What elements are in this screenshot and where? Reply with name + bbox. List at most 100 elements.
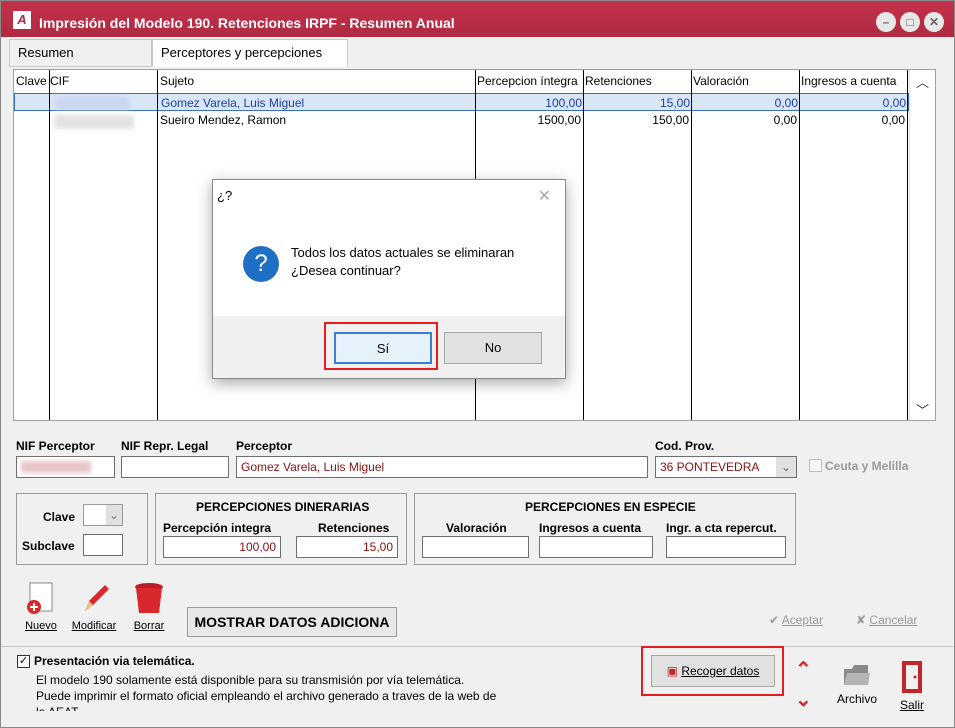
arrow-down-icon[interactable]: ⌄ <box>795 687 812 712</box>
recoger-datos-button[interactable]: ▣ Recoger datos <box>651 655 775 687</box>
retenciones-field[interactable]: 15,00 <box>296 536 398 558</box>
trash-icon <box>135 583 163 613</box>
scroll-down-icon[interactable]: ﹀ <box>916 400 929 419</box>
ingresos-label: Ingresos a cuenta <box>539 521 642 535</box>
ingr-repercut-field[interactable] <box>666 536 786 558</box>
info-line-1: El modelo 190 solamente está disponible … <box>36 673 465 687</box>
ingresos-field[interactable] <box>539 536 653 558</box>
especie-title: PERCEPCIONES EN ESPECIE <box>525 500 696 514</box>
salir-button[interactable]: Salir <box>894 659 930 712</box>
nuevo-label: Nuevo <box>25 620 57 632</box>
retenciones-label: Retenciones <box>318 521 390 535</box>
cod-prov-value: 36 PONTEVEDRA <box>660 460 760 474</box>
column-header-retenciones[interactable]: Retenciones <box>585 74 652 88</box>
close-icon[interactable]: ✕ <box>924 12 944 32</box>
valoracion-label: Valoración <box>446 521 507 535</box>
telematica-label: Presentación via telemática. <box>34 654 195 668</box>
dinerarias-group: PERCEPCIONES DINERARIAS Percepción integ… <box>155 493 407 565</box>
no-button[interactable]: No <box>444 332 542 364</box>
column-header-clave[interactable]: Clave <box>16 74 47 88</box>
cell-valoracion: 0,00 <box>773 113 797 127</box>
recoger-label: Recoger datos <box>681 664 760 678</box>
table-row[interactable]: Gomez Varela, Luis Miguel 100,00 15,00 0… <box>14 93 909 111</box>
column-header-sujeto[interactable]: Sujeto <box>160 74 194 88</box>
redacted-cif <box>54 115 134 129</box>
ceuta-label: Ceuta y Melilla <box>825 459 909 473</box>
redacted-cif <box>55 96 130 110</box>
dialog-footer: Sí No <box>213 316 565 378</box>
cell-ingresos: 0,00 <box>881 113 905 127</box>
arrow-up-icon[interactable]: ⌃ <box>795 657 812 682</box>
column-divider <box>799 70 800 420</box>
archivo-label: Archivo <box>836 692 877 706</box>
cancel-x-icon: ✘ <box>856 613 867 627</box>
yes-button[interactable]: Sí <box>334 332 432 364</box>
cod-prov-label: Cod. Prov. <box>655 439 715 453</box>
cell-sujeto: Gomez Varela, Luis Miguel <box>161 96 305 110</box>
nif-repr-field[interactable] <box>121 456 229 478</box>
column-divider <box>583 70 584 420</box>
cod-prov-select[interactable]: 36 PONTEVEDRA ⌄ <box>655 456 797 478</box>
nuevo-button[interactable]: Nuevo <box>21 581 61 632</box>
column-header-valoracion[interactable]: Valoración <box>693 74 749 88</box>
telematica-checkbox[interactable]: ✓ <box>17 655 30 668</box>
column-header-ingresos[interactable]: Ingresos a cuenta <box>801 74 896 88</box>
title-bar: A Impresión del Modelo 190. Retenciones … <box>1 1 954 37</box>
subclave-field[interactable] <box>83 534 123 556</box>
confirm-dialog: ¿? ✕ ? Todos los datos actuales se elimi… <box>212 179 566 379</box>
column-header-cif[interactable]: CIF <box>50 74 69 88</box>
valoracion-field[interactable] <box>422 536 529 558</box>
dialog-message-line-1: Todos los datos actuales se eliminaran <box>291 245 515 260</box>
chevron-down-icon[interactable]: ⌄ <box>106 505 122 525</box>
maximize-icon[interactable]: □ <box>900 12 920 32</box>
cell-sujeto: Sueiro Mendez, Ramon <box>160 113 287 127</box>
window-title: Impresión del Modelo 190. Retenciones IR… <box>39 15 455 31</box>
chevron-down-icon[interactable]: ⌄ <box>776 457 796 477</box>
especie-group: PERCEPCIONES EN ESPECIE Valoración Ingre… <box>414 493 796 565</box>
percepcion-integra-field[interactable]: 100,00 <box>163 536 281 558</box>
cell-ingresos: 0,00 <box>882 96 906 110</box>
redacted-nif <box>21 461 91 473</box>
column-header-percepcion[interactable]: Percepcion íntegra <box>477 74 578 88</box>
info-line-2: Puede imprimir el formato oficial emplea… <box>36 689 497 703</box>
exit-door-icon <box>902 661 922 693</box>
import-icon: ▣ <box>666 664 678 678</box>
dialog-title: ¿? <box>217 188 233 203</box>
minimize-icon[interactable]: – <box>876 12 896 32</box>
main-window: A Impresión del Modelo 190. Retenciones … <box>0 0 955 728</box>
perceptor-field[interactable]: Gomez Varela, Luis Miguel <box>236 456 648 478</box>
vertical-scrollbar[interactable]: ︿ ﹀ <box>909 70 935 420</box>
question-icon: ? <box>243 246 279 282</box>
archivo-button[interactable]: Archivo <box>835 661 879 706</box>
subclave-label: Subclave <box>22 539 75 553</box>
nif-perceptor-field[interactable] <box>16 456 115 478</box>
column-divider <box>157 70 158 420</box>
table-row[interactable]: Sueiro Mendez, Ramon 1500,00 150,00 0,00… <box>14 111 909 129</box>
app-logo-icon: A <box>13 11 31 29</box>
tab-perceptores[interactable]: Perceptores y percepciones <box>152 39 348 67</box>
divider <box>1 646 954 647</box>
nif-repr-label: NIF Repr. Legal <box>121 439 209 453</box>
info-line-3: la AEAT <box>36 705 78 711</box>
clave-label: Clave <box>43 510 76 524</box>
ingr-repercut-label: Ingr. a cta repercut. <box>666 521 777 535</box>
percepcion-integra-label: Percepción integra <box>163 521 272 535</box>
modificar-button[interactable]: Modificar <box>69 581 119 632</box>
aceptar-label: Aceptar <box>781 613 824 627</box>
new-document-icon <box>27 582 53 614</box>
borrar-button[interactable]: Borrar <box>129 581 169 632</box>
borrar-label: Borrar <box>133 620 165 632</box>
cell-percepcion: 1500,00 <box>537 113 581 127</box>
dialog-close-icon[interactable]: ✕ <box>538 186 551 206</box>
cancelar-button[interactable]: ✘ Cancelar <box>856 613 936 627</box>
check-icon: ✔ <box>769 613 780 627</box>
ceuta-checkbox[interactable] <box>809 459 822 472</box>
mostrar-datos-button[interactable]: MOSTRAR DATOS ADICIONA <box>187 607 397 637</box>
clave-select[interactable]: ⌄ <box>83 504 123 526</box>
folder-icon <box>844 665 870 685</box>
tab-resumen-declaracion[interactable]: Resumen declaración <box>9 39 152 86</box>
aceptar-button[interactable]: ✔ Aceptar <box>769 613 839 627</box>
cell-valoracion: 0,00 <box>774 96 798 110</box>
scroll-up-icon[interactable]: ︿ <box>916 72 929 91</box>
column-divider <box>691 70 692 420</box>
